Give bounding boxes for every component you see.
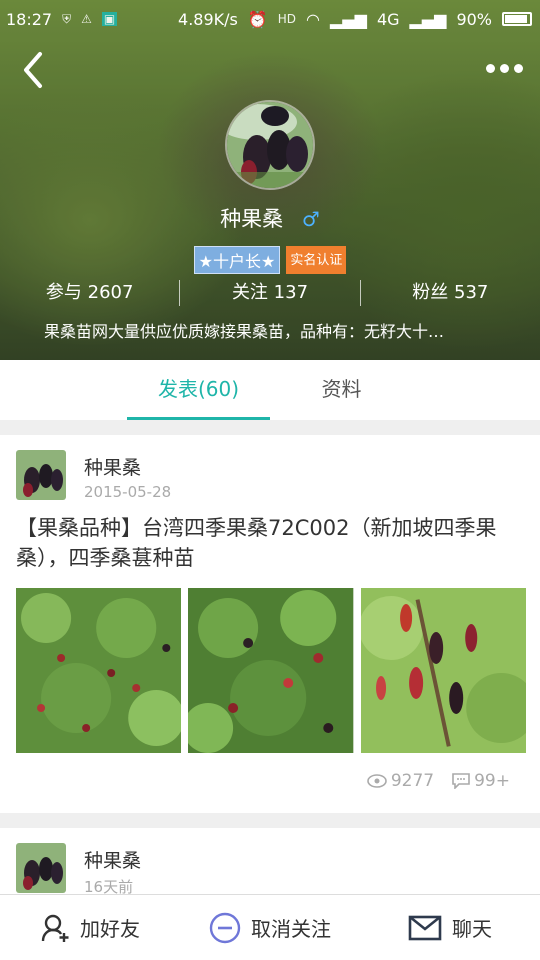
post-author-avatar[interactable]: [16, 450, 66, 500]
tab-profile-info[interactable]: 资料: [270, 360, 413, 420]
profile-stats: 参与 2607 关注 137 粉丝 537: [0, 280, 540, 306]
add-friend-label: 加好友: [80, 917, 140, 941]
mulberry-bush-image: [16, 588, 182, 753]
profile-name-row: 种果桑 ♂: [0, 203, 540, 233]
profile-name: 种果桑: [220, 207, 284, 231]
more-dot-icon: [514, 63, 523, 73]
status-bar: 18:27 ⛨ ⚠ ▣ 4.89K/s ⏰ HD ◠ ▂▄▆ 4G ▂▄▆ 90…: [0, 0, 540, 38]
verified-badge: 实名认证: [286, 246, 347, 274]
views-counter: 9277: [367, 771, 434, 791]
unfollow-label: 取消关注: [251, 917, 331, 941]
stat-participation[interactable]: 参与 2607: [0, 280, 179, 306]
notification-icon: ⚠: [81, 12, 92, 26]
stat-value: 537: [454, 282, 489, 303]
chat-button[interactable]: 聊天: [360, 913, 540, 942]
back-button[interactable]: [18, 50, 52, 90]
post-image[interactable]: [360, 588, 526, 753]
profile-tabs: 发表(60) 资料: [0, 360, 540, 420]
post-card[interactable]: 种果桑 16天前: [0, 828, 540, 898]
top-bar: [0, 42, 540, 98]
post-title[interactable]: 【果桑品种】台湾四季果桑72C002（新加坡四季果桑），四季桑葚种苗: [16, 513, 526, 573]
comments-counter[interactable]: 99+: [452, 771, 510, 791]
post-card[interactable]: 种果桑 2015-05-28 【果桑品种】台湾四季果桑72C002（新加坡四季果…: [0, 435, 540, 813]
post-author-avatar[interactable]: [16, 843, 66, 893]
stat-label: 参与: [45, 282, 82, 303]
comment-icon: [452, 773, 470, 789]
battery-icon: [502, 12, 532, 26]
envelope-icon: [408, 915, 442, 940]
more-dot-icon: [500, 63, 509, 73]
post-meta: 9277 99+: [367, 771, 510, 791]
stat-value: 137: [273, 282, 309, 303]
alarm-icon: ⏰: [247, 9, 268, 29]
signal-icon-2: ▂▄▆: [409, 9, 447, 29]
post-author-name: 种果桑: [84, 457, 142, 479]
tab-posts[interactable]: 发表(60): [127, 360, 270, 420]
profile-screen: 18:27 ⛨ ⚠ ▣ 4.89K/s ⏰ HD ◠ ▂▄▆ 4G ▂▄▆ 90…: [0, 0, 540, 960]
stat-value: 2607: [87, 282, 134, 303]
add-friend-button[interactable]: 加好友: [0, 913, 180, 943]
eye-icon: [367, 774, 387, 788]
profile-bio: 果桑苗网大量供应优质嫁接果桑苗，品种有：无籽大十…: [44, 322, 445, 341]
status-time: 18:27: [6, 9, 53, 29]
unfollow-button[interactable]: 取消关注: [180, 912, 360, 944]
network-type: 4G: [376, 9, 400, 29]
post-image[interactable]: [188, 588, 354, 753]
minus-circle-icon: [209, 912, 241, 943]
shield-icon: ⛨: [62, 11, 72, 26]
post-author-name: 种果桑: [84, 850, 142, 872]
more-dot-icon: [486, 63, 495, 73]
mulberry-branch-image: [360, 588, 526, 753]
bottom-action-bar: 加好友 取消关注 聊天: [0, 894, 540, 960]
stat-followers[interactable]: 粉丝 537: [359, 280, 540, 306]
mulberry-avatar-image: [16, 843, 66, 893]
network-speed: 4.89K/s: [178, 9, 238, 29]
post-image[interactable]: [16, 588, 182, 753]
post-images: [16, 588, 526, 753]
add-user-icon: [41, 914, 69, 942]
stat-following[interactable]: 关注 137: [179, 280, 359, 306]
rank-badge: ★十户长★: [193, 246, 281, 274]
chevron-left-icon: [24, 52, 42, 88]
male-gender-icon: ♂: [301, 207, 320, 231]
chat-label: 聊天: [452, 917, 492, 941]
views-count: 9277: [390, 771, 435, 791]
more-options-button[interactable]: [486, 58, 526, 78]
mulberry-bush-image: [188, 588, 354, 753]
scan-icon: ▣: [101, 12, 118, 26]
profile-badges: ★十户长★ 实名认证: [0, 246, 540, 274]
mulberry-avatar-image: [227, 102, 313, 188]
mulberry-avatar-image: [16, 450, 66, 500]
post-date: 2015-05-28: [84, 483, 172, 501]
signal-icon: ▂▄▆: [330, 9, 367, 29]
comments-count: 99+: [474, 771, 510, 791]
stat-label: 关注: [231, 282, 268, 303]
stat-label: 粉丝: [412, 282, 449, 303]
wifi-icon: ◠: [306, 9, 321, 29]
battery-level: 90%: [456, 9, 492, 29]
profile-avatar[interactable]: [225, 100, 315, 190]
hd-icon: HD: [277, 12, 297, 26]
